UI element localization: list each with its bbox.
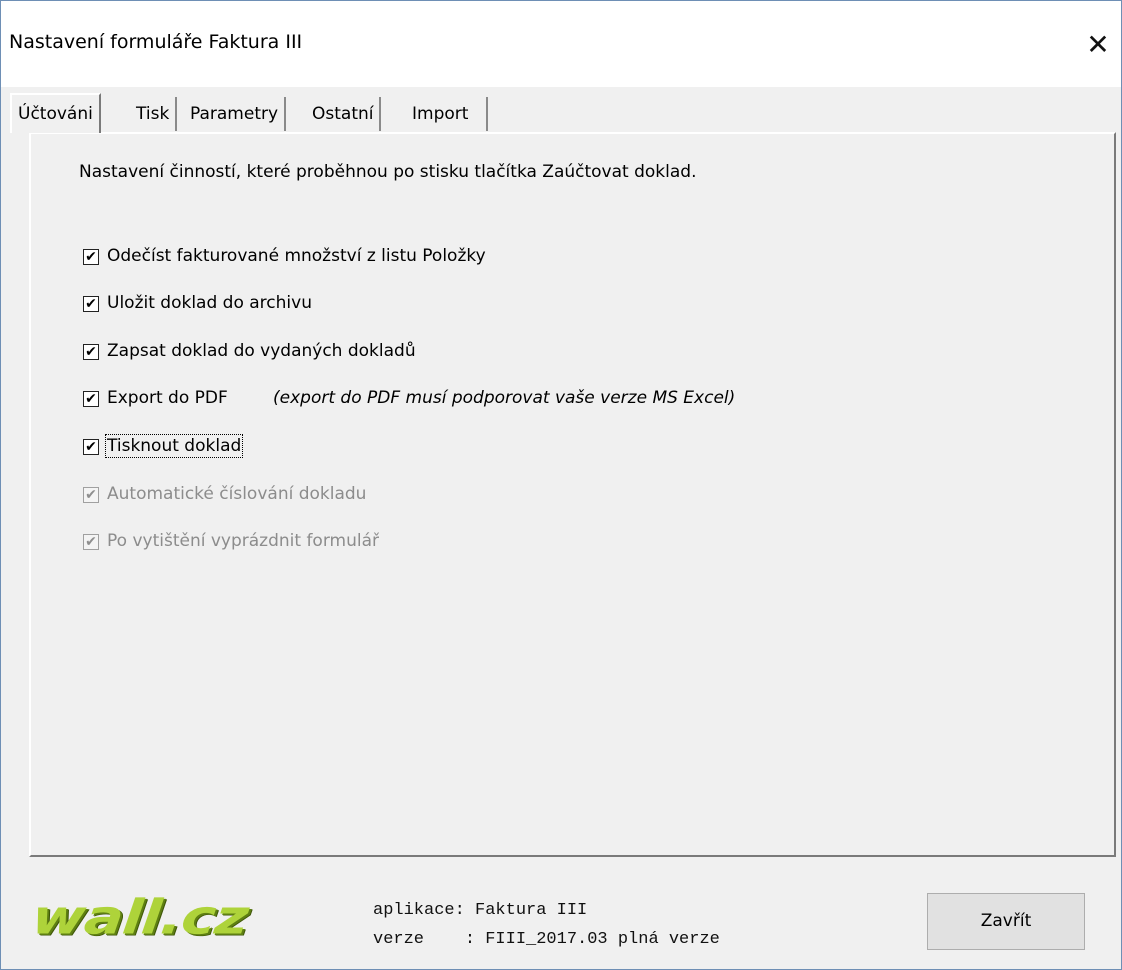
close-button[interactable]: Zavřít xyxy=(927,893,1085,950)
tab-uctovani[interactable]: Účtováni xyxy=(10,93,101,133)
checkbox-checked-icon[interactable]: ✔ xyxy=(83,249,99,265)
option-note: (export do PDF musí podporovat vaše verz… xyxy=(273,388,736,408)
settings-dialog: Nastavení formuláře Faktura III ✕ Účtová… xyxy=(0,0,1122,970)
close-icon[interactable]: ✕ xyxy=(1075,23,1121,67)
window-title: Nastavení formuláře Faktura III xyxy=(9,31,303,53)
checkbox-checked-icon[interactable]: ✔ xyxy=(83,296,99,312)
tab-tisk[interactable]: Tisk xyxy=(130,97,178,131)
option-label: Po vytištění vyprázdnit formulář xyxy=(107,531,379,551)
app-info: aplikace: Faktura III verze : FIII_2017.… xyxy=(373,896,720,954)
panel-description: Nastavení činností, které proběhnou po s… xyxy=(79,162,697,182)
option-label: Automatické číslování dokladu xyxy=(107,484,367,504)
wall-cz-logo: wall.cz xyxy=(29,889,251,945)
option-label: Tisknout doklad xyxy=(104,434,244,458)
app-version-line: verze : FIII_2017.03 plná verze xyxy=(373,930,720,949)
app-name-line: aplikace: Faktura III xyxy=(373,901,588,920)
checkbox-checked-icon[interactable]: ✔ xyxy=(83,391,99,407)
checkbox-checked-icon[interactable]: ✔ xyxy=(83,344,99,360)
checkbox-checked-icon: ✔ xyxy=(83,534,99,550)
tab-import-obrazku[interactable]: Import obrázků xyxy=(406,97,488,158)
checkbox-checked-icon[interactable]: ✔ xyxy=(83,439,99,455)
tab-parametry[interactable]: Parametry xyxy=(184,97,287,131)
title-bar: Nastavení formuláře Faktura III ✕ xyxy=(1,1,1121,87)
option-label: Uložit doklad do archivu xyxy=(107,293,312,313)
tab-panel-uctovani: Nastavení činností, které proběhnou po s… xyxy=(29,132,1116,857)
checkbox-checked-icon: ✔ xyxy=(83,487,99,503)
option-label: Export do PDF xyxy=(107,388,228,408)
tab-ostatni[interactable]: Ostatní xyxy=(306,97,382,131)
option-label: Zapsat doklad do vydaných dokladů xyxy=(107,341,416,361)
option-label: Odečíst fakturované množství z listu Pol… xyxy=(107,246,486,266)
